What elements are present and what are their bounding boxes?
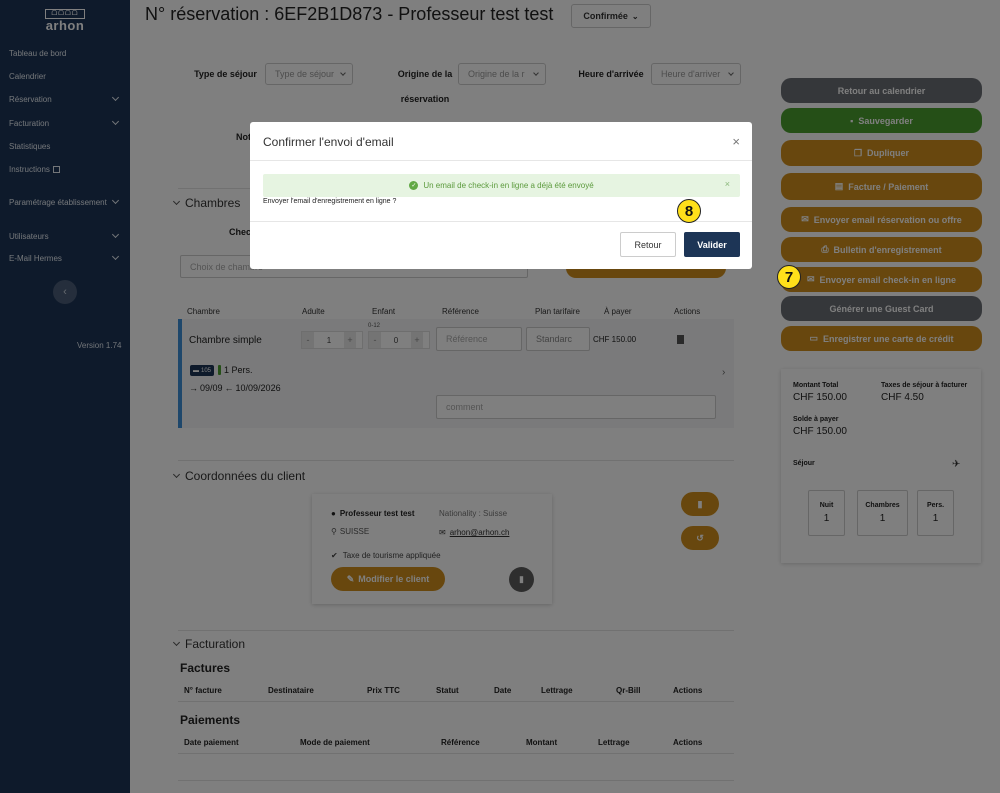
modal-divider [250,160,752,161]
alert-text: Un email de check-in en ligne a déjà été… [423,181,594,190]
step-badge-8: 8 [677,199,701,223]
modal-question: Envoyer l'email d'enregistrement en lign… [263,198,397,205]
check-circle-icon: ✓ [409,181,419,190]
modal-title: Confirmer l'envoi d'email [263,135,394,149]
step-badge-7: 7 [777,265,801,289]
alert-close-icon[interactable]: × [725,179,730,189]
already-sent-alert: ✓ Un email de check-in en ligne a déjà é… [263,174,740,197]
modal-cancel-button[interactable]: Retour [620,232,676,257]
modal-close-icon[interactable]: × [732,134,740,149]
confirm-label: Valider [697,239,727,250]
modal-backdrop[interactable] [0,0,1000,793]
modal-confirm-button[interactable]: Valider [684,232,740,257]
modal-divider [250,221,752,222]
cancel-label: Retour [634,239,662,250]
confirm-email-modal: Confirmer l'envoi d'email × ✓ Un email d… [250,122,752,269]
